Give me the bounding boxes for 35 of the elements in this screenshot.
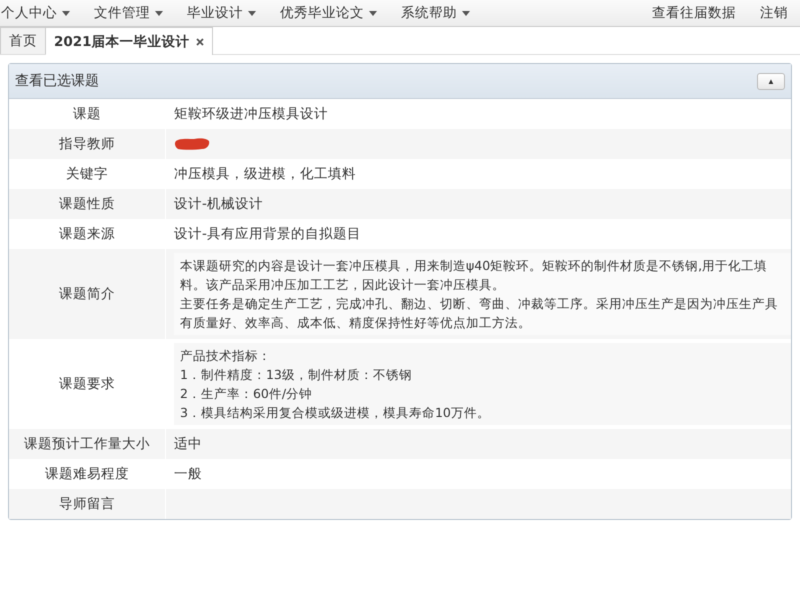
field-label: 课题预计工作量大小	[24, 435, 150, 453]
field-label: 指导教师	[59, 135, 115, 153]
panel-title: 查看已选课题	[15, 72, 99, 90]
field-label: 导师留言	[59, 495, 115, 513]
menu-item[interactable]: 毕业设计	[175, 0, 268, 26]
field-value: 一般	[174, 465, 202, 483]
menu-link[interactable]: 查看往届数据	[640, 0, 748, 26]
tab[interactable]: 2021届本一毕业设计	[46, 27, 213, 55]
field-value-line: 产品技术指标：	[180, 347, 272, 365]
field-label: 课题性质	[59, 195, 115, 213]
field-label: 课题来源	[59, 225, 115, 243]
menu-link[interactable]: 注销	[748, 0, 800, 26]
menu-item[interactable]: 个人中心	[0, 0, 82, 26]
field-value-line: 3．模具结构采用复合模或级进模，模具寿命10万件。	[180, 404, 491, 422]
menu-item[interactable]: 优秀毕业论文	[268, 0, 389, 26]
field-value-line: 1．制件精度：13级，制件材质：不锈钢	[180, 366, 413, 384]
field-value: 设计-机械设计	[174, 195, 263, 213]
field-label: 课题	[73, 105, 101, 123]
menu-item[interactable]: 文件管理	[82, 0, 175, 26]
field-value-line: 主要任务是确定生产工艺，完成冲孔、翻边、切断、弯曲、冲裁等工序。采用冲压生产是因为冲压生产具有质量好、效率高、成本低、精度保持性好等优点加工方法。	[180, 295, 779, 332]
field-label: 课题难易程度	[45, 465, 129, 483]
field-value-line: 2．生产率：60件/分钟	[180, 385, 314, 403]
field-value: 适中	[174, 435, 202, 453]
tab[interactable]: 首页	[0, 27, 46, 54]
field-value-line: 本课题研究的内容是设计一套冲压模具，用来制造ψ40矩鞍环。矩鞍环的制件材质是不锈钢,用于化工填料。该产品采用冲压加工工艺，因此设计一套冲压模具。	[180, 257, 768, 294]
menu-item[interactable]: 系统帮助	[389, 0, 482, 26]
field-label: 课题简介	[59, 285, 115, 303]
field-value: 矩鞍环级进冲压模具设计	[174, 105, 328, 123]
field-value: 设计-具有应用背景的自拟题目	[174, 225, 361, 243]
collapse-button[interactable]: ▲	[757, 72, 785, 90]
close-icon[interactable]	[196, 38, 204, 46]
field-label: 关键字	[66, 165, 108, 183]
field-value: 冲压模具，级进模，化工填料	[174, 165, 356, 183]
field-label: 课题要求	[59, 375, 115, 393]
redaction-mark	[174, 137, 210, 151]
